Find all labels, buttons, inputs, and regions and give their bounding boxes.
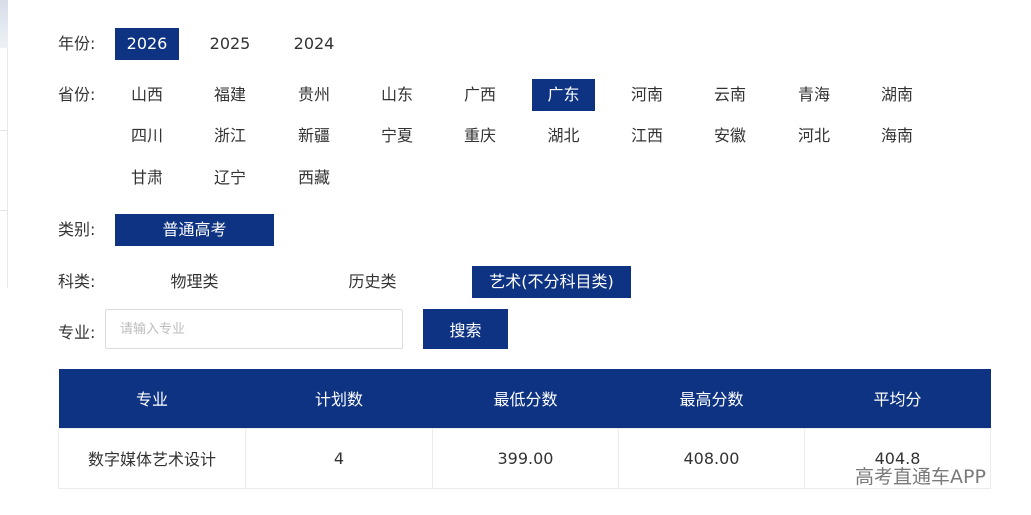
year-label: 年份: [58, 34, 96, 53]
cell-min-score: 399.00 [432, 427, 619, 489]
province-option-liaoning[interactable]: 辽宁 [198, 162, 262, 194]
province-option-yunnan[interactable]: 云南 [698, 79, 762, 111]
province-option-zhejiang[interactable]: 浙江 [198, 120, 262, 152]
cell-major: 数字媒体艺术设计 [58, 427, 246, 489]
search-button[interactable]: 搜索 [423, 309, 508, 349]
province-option-hubei[interactable]: 湖北 [532, 120, 595, 152]
table-row: 数字媒体艺术设计 4 399.00 408.00 404.8 [58, 427, 991, 489]
province-option-chongqing[interactable]: 重庆 [448, 120, 512, 152]
major-label: 专业: [58, 323, 96, 342]
province-option-xinjiang[interactable]: 新疆 [282, 120, 346, 152]
header-min-score: 最低分数 [432, 369, 619, 428]
subject-option-physics[interactable]: 物理类 [115, 266, 274, 298]
category-option-general[interactable]: 普通高考 [115, 214, 274, 246]
province-option-gansu[interactable]: 甘肃 [115, 162, 179, 194]
province-label: 省份: [58, 85, 96, 104]
province-option-shandong[interactable]: 山东 [365, 79, 429, 111]
province-option-xizang[interactable]: 西藏 [282, 162, 346, 194]
year-option-2024[interactable]: 2024 [282, 28, 346, 60]
province-option-fujian[interactable]: 福建 [198, 79, 262, 111]
header-avg-score: 平均分 [804, 369, 991, 428]
province-option-anhui[interactable]: 安徽 [698, 120, 762, 152]
results-table: 专业 计划数 最低分数 最高分数 平均分 数字媒体艺术设计 4 399.00 4… [58, 369, 991, 489]
cell-max-score: 408.00 [618, 427, 805, 489]
province-option-ningxia[interactable]: 宁夏 [365, 120, 429, 152]
province-option-hunan[interactable]: 湖南 [865, 79, 929, 111]
table-header-row: 专业 计划数 最低分数 最高分数 平均分 [58, 369, 991, 428]
year-option-2025[interactable]: 2025 [198, 28, 262, 60]
province-option-hebei[interactable]: 河北 [782, 120, 846, 152]
header-max-score: 最高分数 [618, 369, 805, 428]
province-option-shanxi[interactable]: 山西 [115, 79, 179, 111]
province-option-guangdong[interactable]: 广东 [532, 79, 595, 111]
watermark: 高考直通车APP [855, 466, 986, 488]
major-search-input[interactable] [105, 309, 403, 349]
category-label: 类别: [58, 220, 96, 239]
subject-option-art[interactable]: 艺术(不分科目类) [472, 266, 631, 298]
province-option-guizhou[interactable]: 贵州 [282, 79, 346, 111]
year-option-2026[interactable]: 2026 [115, 28, 179, 60]
province-option-henan[interactable]: 河南 [615, 79, 679, 111]
header-plan-count: 计划数 [245, 369, 433, 428]
subject-type-label: 科类: [58, 272, 96, 291]
province-option-qinghai[interactable]: 青海 [782, 79, 846, 111]
subject-option-history[interactable]: 历史类 [293, 266, 452, 298]
province-option-jiangxi[interactable]: 江西 [615, 120, 679, 152]
header-major: 专业 [58, 369, 246, 428]
province-option-sichuan[interactable]: 四川 [115, 120, 179, 152]
province-option-hainan[interactable]: 海南 [865, 120, 929, 152]
cell-plan-count: 4 [245, 427, 433, 489]
left-panel-edge [0, 0, 8, 290]
province-option-guangxi[interactable]: 广西 [448, 79, 512, 111]
